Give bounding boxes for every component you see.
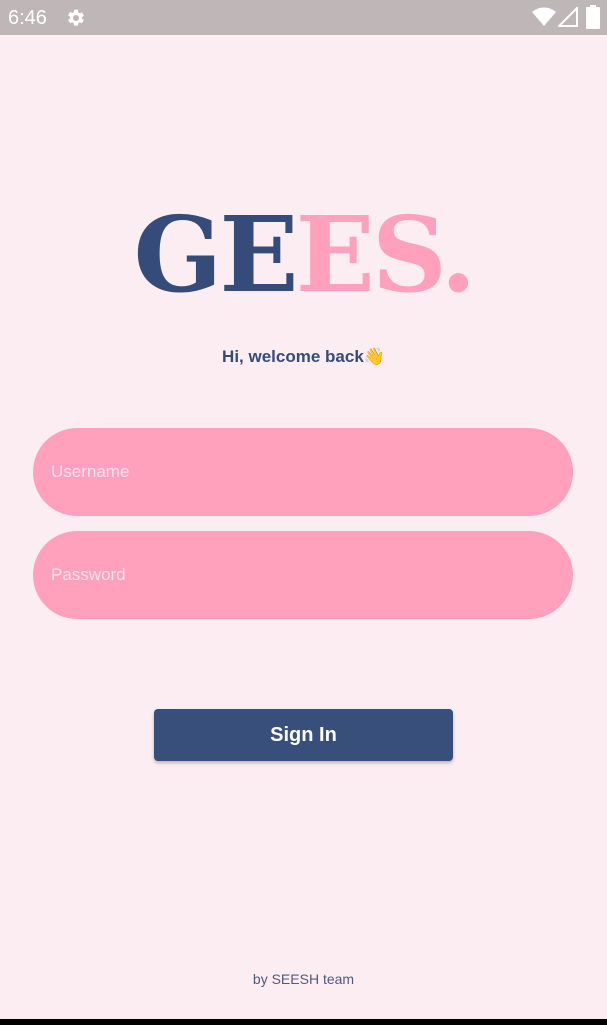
gear-icon [68, 9, 84, 26]
app-logo: GEES. [0, 200, 607, 310]
status-bar: 6:46 [0, 0, 607, 35]
navigation-bar [0, 1019, 607, 1025]
logo-dark-part: GE [133, 193, 299, 316]
password-input[interactable] [33, 531, 573, 619]
username-input[interactable] [33, 428, 573, 516]
signal-icon [558, 7, 578, 27]
welcome-message: Hi, welcome back👋 [0, 346, 607, 368]
footer-credit: by SEESH team [252, 971, 355, 987]
status-time: 6:46 [8, 7, 47, 29]
logo-pink-part: ES. [295, 193, 477, 316]
welcome-text: Hi, welcome back [222, 347, 364, 366]
battery-icon [586, 5, 600, 29]
sign-in-button[interactable]: Sign In [154, 709, 453, 761]
waving-hand-icon: 👋 [363, 347, 385, 366]
wifi-icon [532, 7, 556, 26]
